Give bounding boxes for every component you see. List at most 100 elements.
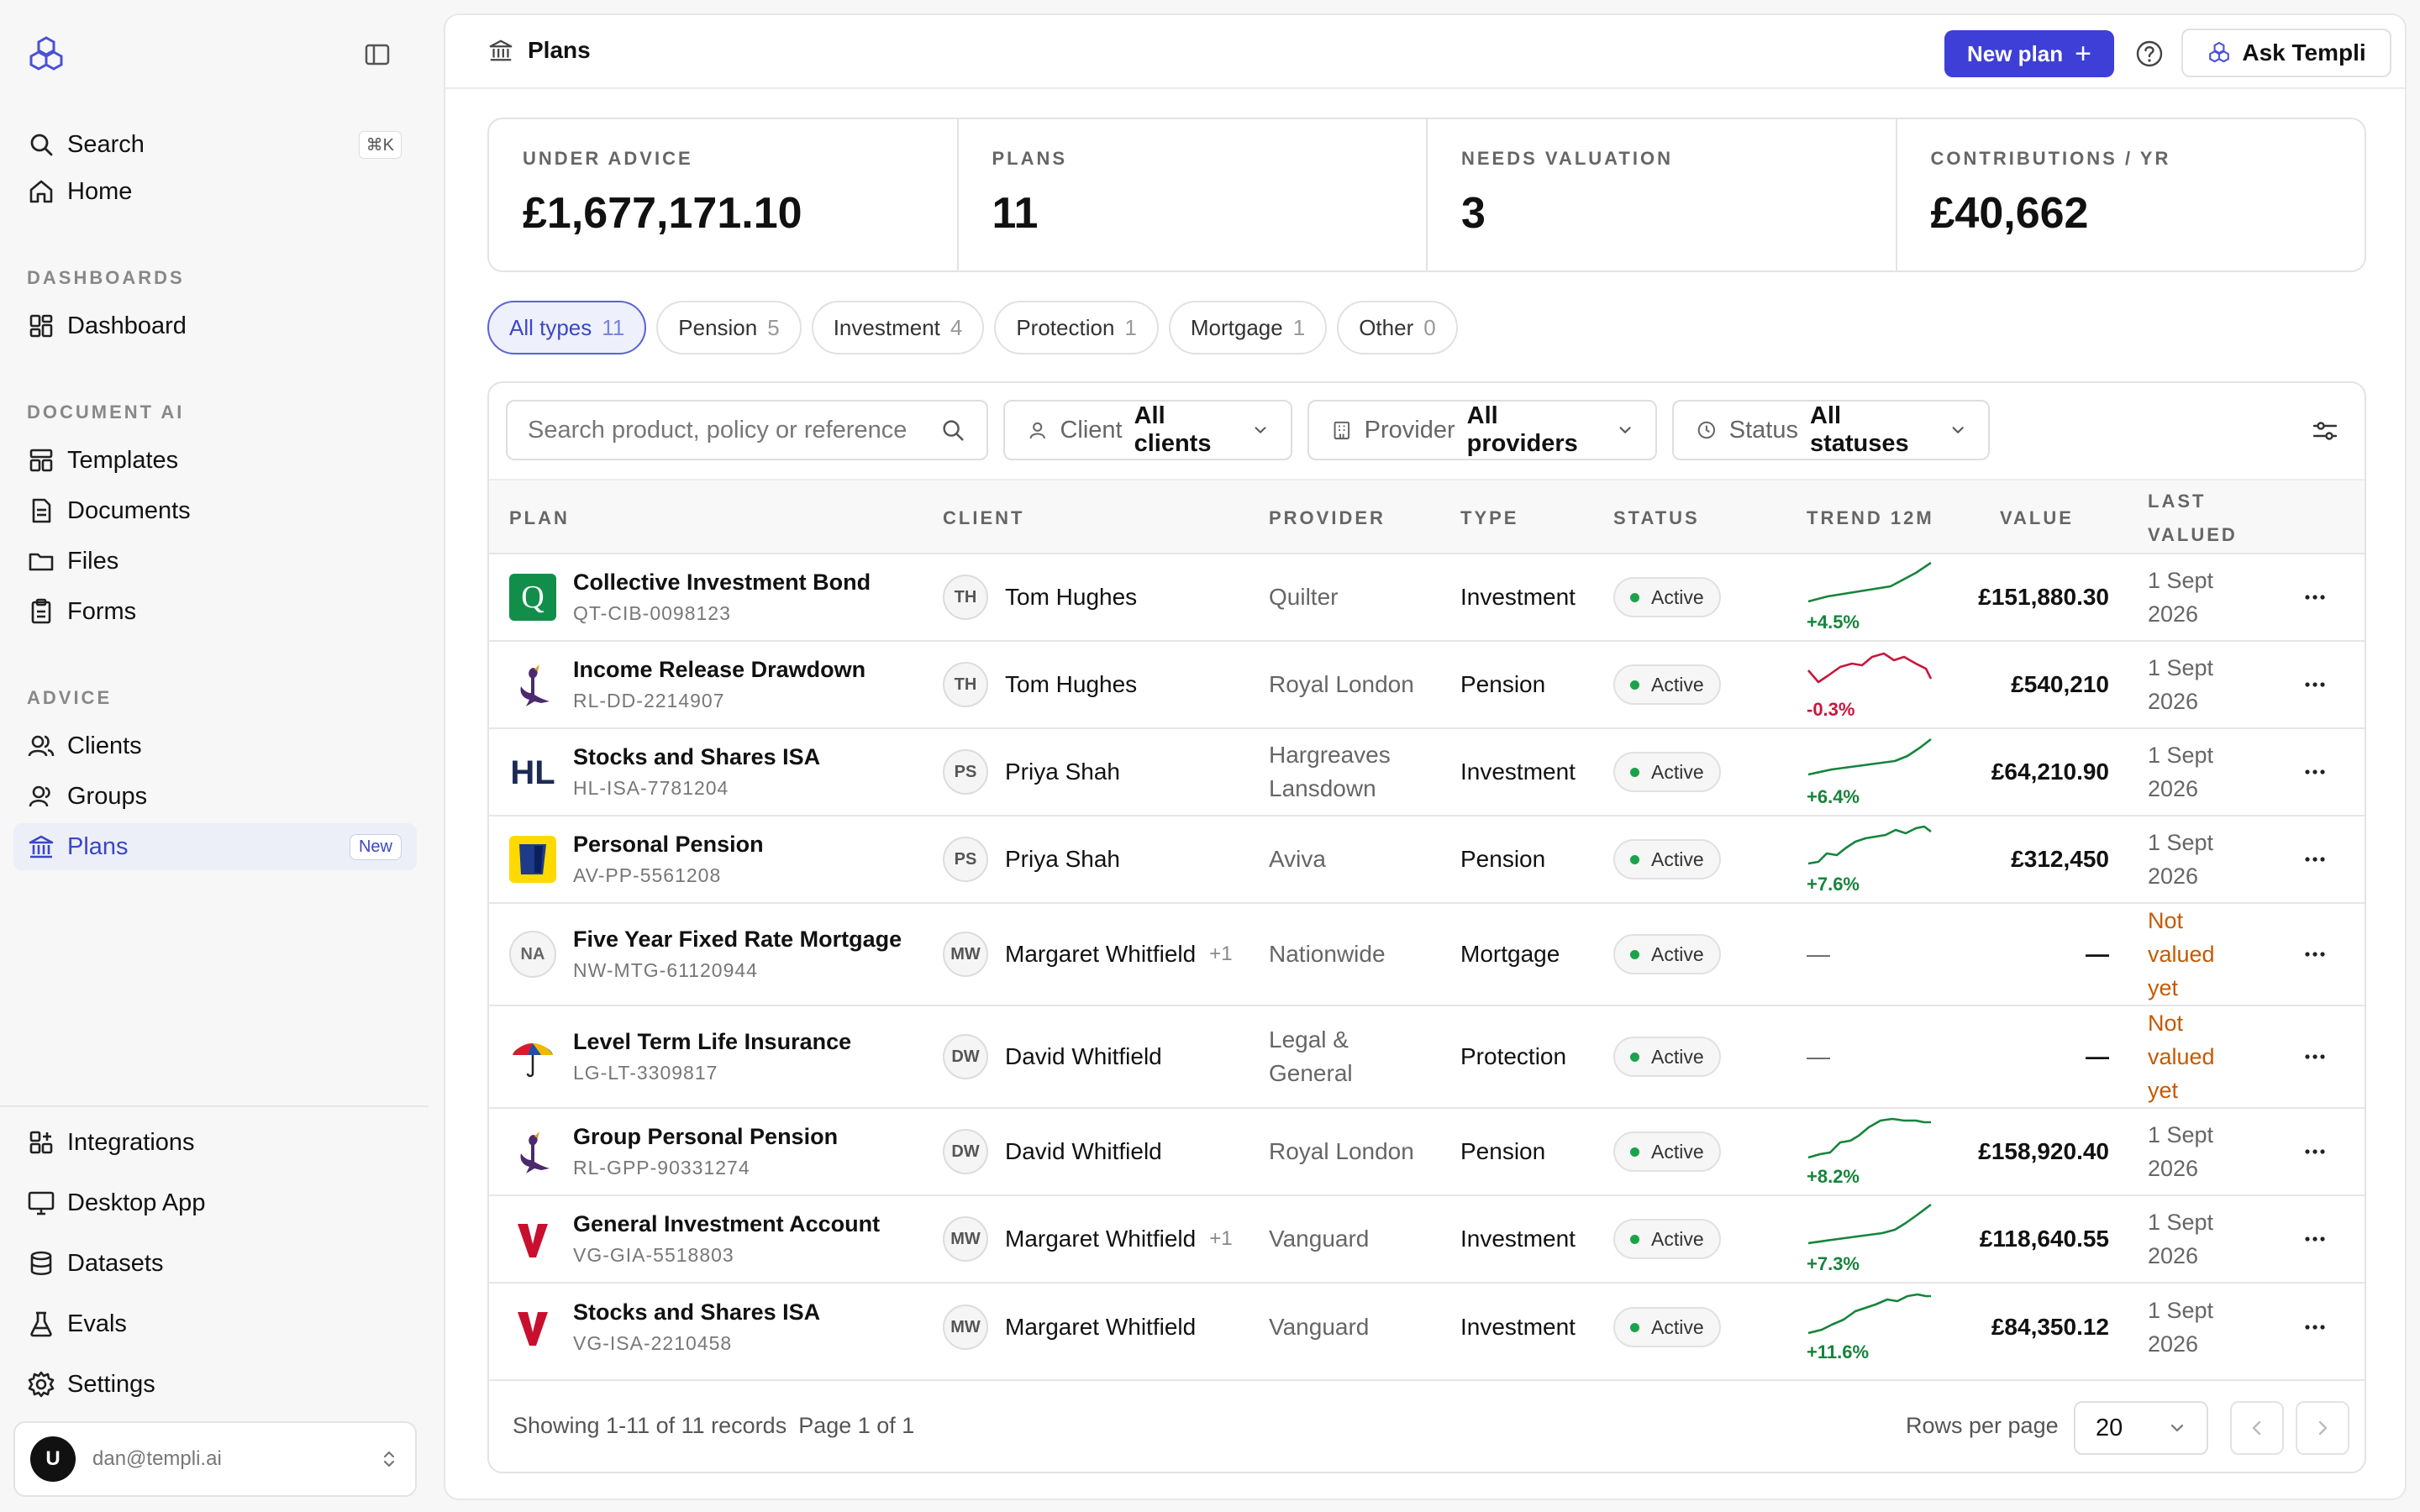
table-row[interactable]: HL Stocks and Shares ISA HL-ISA-7781204 … bbox=[489, 729, 2365, 816]
sidebar-toggle-icon[interactable] bbox=[363, 40, 392, 69]
table-row[interactable]: Q Collective Investment Bond QT-CIB-0098… bbox=[489, 554, 2365, 642]
sidebar-item-forms[interactable]: Forms bbox=[13, 588, 417, 635]
plan-name[interactable]: Collective Investment Bond bbox=[573, 570, 871, 596]
table-row[interactable]: General Investment Account VG-GIA-551880… bbox=[489, 1196, 2365, 1284]
chip-investment[interactable]: Investment 4 bbox=[811, 301, 985, 354]
client-name[interactable]: Tom Hughes bbox=[1005, 584, 1137, 611]
sidebar-item-files[interactable]: Files bbox=[13, 538, 417, 585]
help-icon[interactable] bbox=[2134, 39, 2165, 69]
sidebar-item-plans[interactable]: Plans New bbox=[13, 823, 417, 870]
chevron-right-icon bbox=[2318, 1420, 2328, 1436]
table-row[interactable]: Group Personal Pension RL-GPP-90331274 D… bbox=[489, 1109, 2365, 1196]
status-dot-icon bbox=[1630, 1147, 1639, 1157]
sidebar-item-search[interactable]: Search ⌘K bbox=[13, 121, 417, 168]
column-header-provider[interactable]: PROVIDER bbox=[1269, 507, 1386, 529]
table-row[interactable]: Stocks and Shares ISA VG-ISA-2210458 MW … bbox=[489, 1284, 2365, 1371]
sidebar-item-templates[interactable]: Templates bbox=[13, 437, 417, 484]
sidebar-item-evals[interactable]: Evals bbox=[13, 1300, 417, 1347]
plan-name[interactable]: Personal Pension bbox=[573, 832, 764, 858]
chip-pension[interactable]: Pension 5 bbox=[656, 301, 802, 354]
provider-name-line-2: General bbox=[1269, 1060, 1353, 1086]
more-icon[interactable] bbox=[2301, 845, 2329, 874]
more-icon[interactable] bbox=[2301, 940, 2329, 969]
client-cell: TH Tom Hughes bbox=[943, 662, 1137, 707]
column-header-last-valued[interactable]: LAST bbox=[2148, 491, 2206, 512]
table-row[interactable]: Personal Pension AV-PP-5561208 PS Priya … bbox=[489, 816, 2365, 904]
column-header-type[interactable]: TYPE bbox=[1460, 507, 1518, 529]
more-icon[interactable] bbox=[2301, 1313, 2329, 1341]
kpi-needs-valuation: NEEDS VALUATION 3 bbox=[1428, 119, 1897, 270]
filter-value: All statuses bbox=[1809, 402, 1909, 457]
value-cell: £158,920.40 bbox=[1978, 1138, 2109, 1164]
provider-cell: Legal & General bbox=[1269, 1023, 1437, 1090]
status-badge: Active bbox=[1613, 1037, 1721, 1077]
sidebar-item-documents[interactable]: Documents bbox=[13, 487, 417, 534]
filter-label: Provider bbox=[1364, 416, 1455, 444]
value-cell: £540,210 bbox=[2011, 671, 2109, 697]
status-dot-icon bbox=[1630, 1052, 1639, 1062]
sidebar-item-integrations[interactable]: Integrations bbox=[13, 1119, 417, 1166]
client-name[interactable]: Tom Hughes bbox=[1005, 671, 1137, 698]
more-icon[interactable] bbox=[2301, 1137, 2329, 1166]
sidebar-item-settings[interactable]: Settings bbox=[13, 1361, 417, 1408]
next-page-button[interactable] bbox=[2296, 1401, 2349, 1455]
column-header-client[interactable]: CLIENT bbox=[943, 507, 1024, 529]
client-filter[interactable]: Client All clients bbox=[1003, 400, 1292, 460]
more-icon[interactable] bbox=[2301, 670, 2329, 699]
column-header-plan[interactable]: PLAN bbox=[509, 507, 570, 529]
plan-name[interactable]: Level Term Life Insurance bbox=[573, 1029, 851, 1055]
client-name[interactable]: Margaret Whitfield bbox=[1005, 1314, 1196, 1341]
rows-per-page-select[interactable]: 20 bbox=[2074, 1401, 2208, 1455]
plan-name[interactable]: Stocks and Shares ISA bbox=[573, 744, 820, 770]
chip-protection[interactable]: Protection 1 bbox=[994, 301, 1159, 354]
table-row[interactable]: Level Term Life Insurance LG-LT-3309817 … bbox=[489, 1006, 2365, 1109]
status-filter[interactable]: Status All statuses bbox=[1672, 400, 1990, 460]
plan-name[interactable]: Group Personal Pension bbox=[573, 1124, 838, 1150]
avatar: MW bbox=[943, 1216, 988, 1262]
user-menu[interactable]: U dan@templi.ai bbox=[13, 1421, 417, 1497]
client-name[interactable]: David Whitfield bbox=[1005, 1043, 1162, 1070]
table-row[interactable]: NA Five Year Fixed Rate Mortgage NW-MTG-… bbox=[489, 904, 2365, 1006]
sidebar-item-datasets[interactable]: Datasets bbox=[13, 1240, 417, 1287]
plan-name[interactable]: Stocks and Shares ISA bbox=[573, 1299, 820, 1326]
client-name[interactable]: Margaret Whitfield bbox=[1005, 1226, 1196, 1252]
column-header-last-valued-2: VALUED bbox=[2148, 524, 2238, 545]
more-icon[interactable] bbox=[2301, 1225, 2329, 1253]
client-name[interactable]: Priya Shah bbox=[1005, 846, 1120, 873]
search-input[interactable] bbox=[528, 416, 939, 444]
column-header-status[interactable]: STATUS bbox=[1613, 507, 1700, 529]
column-header-trend[interactable]: TREND 12M bbox=[1807, 507, 1934, 529]
sidebar-item-groups[interactable]: Groups bbox=[13, 773, 417, 820]
plus-icon: + bbox=[2075, 38, 2091, 70]
table-row[interactable]: Income Release Drawdown RL-DD-2214907 TH… bbox=[489, 642, 2365, 729]
client-name[interactable]: Priya Shah bbox=[1005, 759, 1120, 785]
more-icon[interactable] bbox=[2301, 583, 2329, 612]
chip-other[interactable]: Other 0 bbox=[1337, 301, 1458, 354]
sidebar-item-dashboard[interactable]: Dashboard bbox=[13, 302, 417, 349]
sidebar-item-desktop-app[interactable]: Desktop App bbox=[13, 1179, 417, 1226]
plan-name[interactable]: Five Year Fixed Rate Mortgage bbox=[573, 927, 902, 953]
ask-templi-button[interactable]: Ask Templi bbox=[2181, 29, 2391, 77]
bank-icon bbox=[489, 39, 513, 61]
date-line: 1 Sept bbox=[2148, 830, 2214, 855]
sidebar-item-home[interactable]: Home bbox=[13, 168, 417, 215]
plan-name[interactable]: General Investment Account bbox=[573, 1211, 880, 1237]
provider-filter[interactable]: Provider All providers bbox=[1307, 400, 1657, 460]
plan-name[interactable]: Income Release Drawdown bbox=[573, 657, 865, 683]
more-icon[interactable] bbox=[2301, 758, 2329, 786]
previous-page-button[interactable] bbox=[2230, 1401, 2284, 1455]
client-name[interactable]: Margaret Whitfield bbox=[1005, 941, 1196, 968]
templi-logo-icon[interactable] bbox=[25, 34, 67, 76]
client-name[interactable]: David Whitfield bbox=[1005, 1138, 1162, 1165]
sliders-icon[interactable] bbox=[2311, 417, 2339, 445]
plan-cell: General Investment Account VG-GIA-551880… bbox=[573, 1211, 880, 1267]
chip-mortgage[interactable]: Mortgage 1 bbox=[1168, 301, 1328, 354]
plan-ref: RL-DD-2214907 bbox=[573, 690, 725, 711]
filter-value: All clients bbox=[1134, 402, 1212, 457]
chip-all-types[interactable]: All types 11 bbox=[487, 301, 647, 354]
new-plan-button[interactable]: New plan + bbox=[1944, 30, 2114, 77]
column-header-value[interactable]: VALUE bbox=[2000, 507, 2074, 529]
additional-clients-count: +1 bbox=[1209, 1227, 1233, 1250]
more-icon[interactable] bbox=[2301, 1042, 2329, 1071]
sidebar-item-clients[interactable]: Clients bbox=[13, 722, 417, 769]
